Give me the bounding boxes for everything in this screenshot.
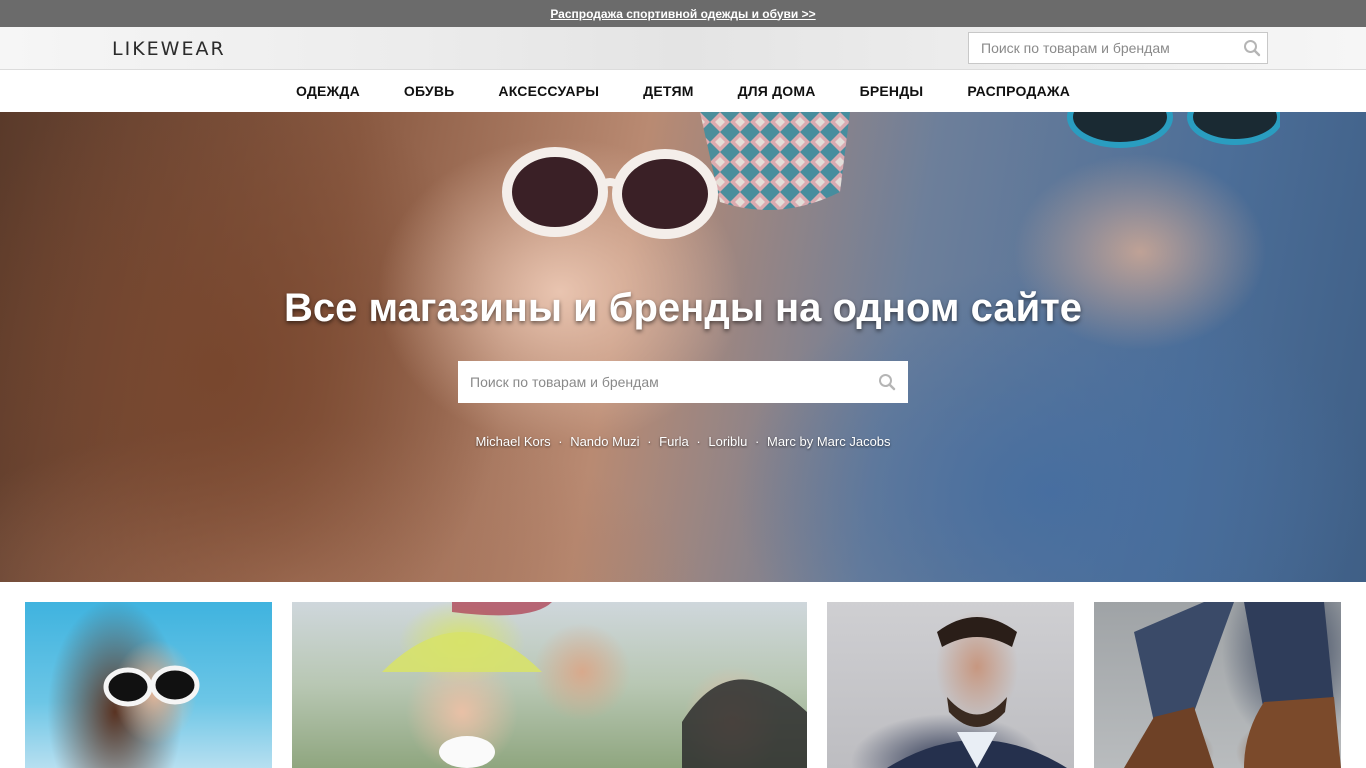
brand-separator: · <box>696 434 701 449</box>
search-icon[interactable] <box>1243 39 1261 57</box>
header-search-box <box>968 32 1268 64</box>
brand-separator: · <box>558 434 563 449</box>
hero-search-input[interactable] <box>458 361 868 403</box>
nav-item-shoes[interactable]: ОБУВЬ <box>404 83 455 99</box>
search-icon[interactable] <box>878 373 896 391</box>
woman-sunglasses-photo <box>103 665 200 707</box>
header-search-input[interactable] <box>969 33 1237 63</box>
hero-sunglasses-right <box>1067 112 1280 148</box>
header: LIKEWEAR <box>0 27 1366 69</box>
site-logo[interactable]: LIKEWEAR <box>112 38 226 60</box>
hero-search-box <box>458 361 908 403</box>
brand-separator: · <box>647 434 652 449</box>
brand-link-nando-muzi[interactable]: Nando Muzi <box>570 434 639 449</box>
leather-boots-photo <box>1124 602 1341 768</box>
promo-bar: Распродажа спортивной одежды и обуви >> <box>0 0 1366 27</box>
hero-banner: Все магазины и бренды на одном сайте Mic… <box>0 112 1366 582</box>
popular-brands: Michael Kors · Nando Muzi · Furla · Lori… <box>0 434 1366 449</box>
brand-link-loriblu[interactable]: Loriblu <box>708 434 747 449</box>
bearded-man-photo <box>887 617 1067 768</box>
category-card-friends[interactable] <box>292 602 807 768</box>
nav-item-accessories[interactable]: АКСЕССУАРЫ <box>498 83 599 99</box>
brand-link-furla[interactable]: Furla <box>659 434 689 449</box>
nav-item-brands[interactable]: БРЕНДЫ <box>860 83 924 99</box>
nav-item-sale[interactable]: РАСПРОДАЖА <box>967 83 1070 99</box>
hero-title: Все магазины и бренды на одном сайте <box>283 286 1082 330</box>
nav-item-kids[interactable]: ДЕТЯМ <box>643 83 693 99</box>
category-card-boots[interactable] <box>1094 602 1341 768</box>
brand-link-michael-kors[interactable]: Michael Kors <box>475 434 550 449</box>
nav-item-home[interactable]: ДЛЯ ДОМА <box>738 83 816 99</box>
nav-item-clothing[interactable]: ОДЕЖДА <box>296 83 360 99</box>
category-card-woman-sunglasses[interactable] <box>25 602 272 768</box>
category-card-man[interactable] <box>827 602 1074 768</box>
promo-link[interactable]: Распродажа спортивной одежды и обуви >> <box>550 7 815 21</box>
hero-sunglasses-left <box>502 147 718 239</box>
brand-link-marc-jacobs[interactable]: Marc by Marc Jacobs <box>767 434 891 449</box>
brand-separator: · <box>755 434 760 449</box>
main-nav: ОДЕЖДА ОБУВЬ АКСЕССУАРЫ ДЕТЯМ ДЛЯ ДОМА Б… <box>0 69 1366 112</box>
friends-group-photo <box>382 602 807 768</box>
